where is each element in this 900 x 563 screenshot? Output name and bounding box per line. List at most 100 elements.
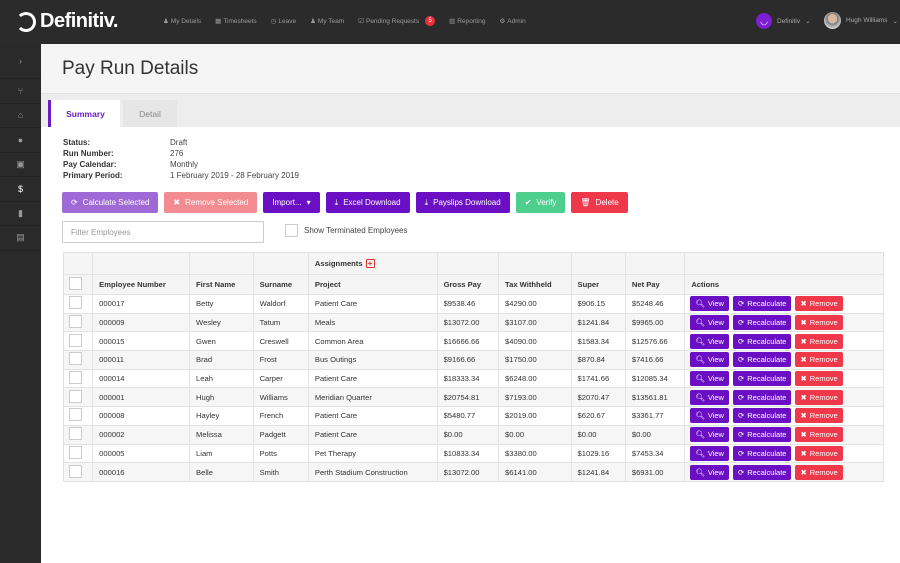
home-icon[interactable]: ⌂ xyxy=(0,104,41,128)
row-checkbox[interactable] xyxy=(69,408,82,422)
org-switcher[interactable]: ◡ Definitiv ⌄ xyxy=(756,13,811,29)
table-cell: $2019.00 xyxy=(498,406,572,426)
row-checkbox[interactable] xyxy=(69,333,82,347)
recalculate-button[interactable]: ⟳ Recalculate xyxy=(732,464,792,480)
logo[interactable]: Definitiv. xyxy=(16,10,118,33)
recalculate-button[interactable]: ⟳ Recalculate xyxy=(732,352,792,368)
view-button[interactable]: 🔍︎ View xyxy=(690,427,729,443)
recalculate-button[interactable]: ⟳ Recalculate xyxy=(732,333,792,349)
show-terminated-checkbox[interactable]: Show Terminated Employees xyxy=(285,224,407,237)
money-icon[interactable]: $ xyxy=(0,177,41,202)
nav-admin[interactable]: ⚙ Admin xyxy=(499,17,525,25)
table-cell: Smith xyxy=(252,462,309,482)
column-header[interactable]: Super xyxy=(570,274,626,295)
recalculate-button[interactable]: ⟳ Recalculate xyxy=(732,296,792,312)
add-assignment-icon[interactable]: + xyxy=(365,259,375,268)
pin-icon[interactable]: ● xyxy=(0,128,41,153)
recalculate-button[interactable]: ⟳ Recalculate xyxy=(732,408,792,424)
brand-name: Definitiv. xyxy=(40,10,118,32)
column-header[interactable]: Gross Pay xyxy=(436,274,500,295)
table-cell: $5248.46 xyxy=(624,294,686,314)
close-icon: ✖ xyxy=(173,198,181,207)
view-button[interactable]: 🔍︎ View xyxy=(690,352,729,368)
recalculate-button[interactable]: ⟳ Recalculate xyxy=(732,427,792,443)
remove-button[interactable]: ✖ Remove xyxy=(795,427,843,443)
calendar-icon[interactable]: ▣ xyxy=(0,153,41,177)
tab-detail[interactable]: Detail xyxy=(123,100,177,127)
view-button[interactable]: 🔍︎ View xyxy=(690,464,729,480)
column-header[interactable]: First Name xyxy=(189,274,254,295)
search-icon: 🔍︎ xyxy=(695,392,705,402)
refresh-icon: ⟳ xyxy=(737,374,745,384)
expand-sidebar-icon[interactable]: › xyxy=(0,44,41,79)
microphone-icon[interactable]: ▮ xyxy=(0,202,41,226)
nav-reporting[interactable]: ▥ Reporting xyxy=(449,17,485,25)
table-cell: $13072.00 xyxy=(436,312,500,333)
view-button[interactable]: 🔍︎ View xyxy=(690,296,729,312)
recalculate-button[interactable]: ⟳ Recalculate xyxy=(732,371,792,387)
remove-button[interactable]: ✖ Remove xyxy=(795,296,843,312)
remove-button[interactable]: ✖ Remove xyxy=(795,445,843,461)
row-checkbox[interactable] xyxy=(69,389,82,403)
row-checkbox[interactable] xyxy=(69,427,82,441)
search-icon: 🔍︎ xyxy=(695,467,705,477)
nav-my-team[interactable]: ♟ My Team xyxy=(310,17,344,25)
tab-summary[interactable]: Summary xyxy=(48,100,120,127)
column-header[interactable]: Tax Withheld xyxy=(498,274,572,295)
view-button[interactable]: 🔍︎ View xyxy=(690,445,729,461)
row-checkbox[interactable] xyxy=(69,315,82,329)
view-button[interactable]: 🔍︎ View xyxy=(690,408,729,424)
table-cell: Potts xyxy=(252,443,309,464)
nav-leave[interactable]: ◷ Leave xyxy=(271,17,296,25)
user-menu[interactable]: Hugh Williams ⌄ xyxy=(824,12,898,29)
column-header[interactable]: Employee Number xyxy=(92,274,191,295)
filter-employees-input[interactable]: Filter Employees xyxy=(62,221,264,243)
column-header[interactable]: Surname xyxy=(252,274,309,295)
table-cell: Padgett xyxy=(252,424,309,445)
table-cell: French xyxy=(252,406,309,426)
delete-button[interactable]: 🗑 Delete xyxy=(571,192,628,213)
nav-pending-requests[interactable]: ☑ Pending Requests xyxy=(358,17,419,25)
recalculate-button[interactable]: ⟳ Recalculate xyxy=(732,445,792,461)
view-button[interactable]: 🔍︎ View xyxy=(690,315,729,331)
table-cell: $870.84 xyxy=(570,350,626,370)
select-all-checkbox[interactable] xyxy=(69,277,82,290)
view-button[interactable]: 🔍︎ View xyxy=(690,371,729,387)
row-checkbox[interactable] xyxy=(69,296,82,310)
table-cell: $6248.00 xyxy=(498,368,572,389)
main-nav: ♟ My Details ▦ Timesheets ◷ Leave ♟ My Team ☑ Pen… xyxy=(163,16,526,26)
column-header[interactable]: Project xyxy=(307,274,438,295)
recalculate-button[interactable]: ⟳ Recalculate xyxy=(732,315,792,331)
column-header[interactable]: Net Pay xyxy=(624,274,686,295)
branch-icon[interactable]: ⑂ xyxy=(0,79,41,104)
calculate-selected-button[interactable]: ⟳ Calculate Selected xyxy=(62,192,159,213)
column-header[interactable]: Actions xyxy=(684,274,884,295)
remove-selected-button[interactable]: ✖ Remove Selected xyxy=(164,192,258,213)
remove-button[interactable]: ✖ Remove xyxy=(795,464,843,480)
table-cell: Williams xyxy=(252,387,309,408)
row-checkbox[interactable] xyxy=(69,371,82,385)
view-button[interactable]: 🔍︎ View xyxy=(690,389,729,405)
row-checkbox[interactable] xyxy=(69,352,82,366)
row-checkbox[interactable] xyxy=(69,464,82,478)
payslips-download-button[interactable]: ⤓ Payslips Download xyxy=(415,192,510,213)
remove-button[interactable]: ✖ Remove xyxy=(795,333,843,349)
info-value: Monthly xyxy=(170,160,199,169)
remove-button[interactable]: ✖ Remove xyxy=(795,371,843,387)
remove-button[interactable]: ✖ Remove xyxy=(795,408,843,424)
remove-button[interactable]: ✖ Remove xyxy=(795,315,843,331)
nav-my-details[interactable]: ♟ My Details xyxy=(163,17,201,25)
excel-download-button[interactable]: ⤓ Excel Download xyxy=(325,192,410,213)
import-dropdown-button[interactable]: Import... ▾ xyxy=(263,192,320,213)
checkbox[interactable] xyxy=(285,224,298,237)
remove-button[interactable]: ✖ Remove xyxy=(795,352,843,368)
document-icon[interactable]: ▤ xyxy=(0,226,41,251)
verify-button[interactable]: ✔ Verify xyxy=(515,192,566,213)
row-checkbox[interactable] xyxy=(69,445,82,459)
remove-button[interactable]: ✖ Remove xyxy=(795,389,843,405)
nav-timesheets[interactable]: ▦ Timesheets xyxy=(215,17,257,25)
view-button[interactable]: 🔍︎ View xyxy=(690,333,729,349)
recalculate-button[interactable]: ⟳ Recalculate xyxy=(732,389,792,405)
table-cell: Carper xyxy=(252,368,309,389)
caret-down-icon: ▾ xyxy=(306,198,311,207)
